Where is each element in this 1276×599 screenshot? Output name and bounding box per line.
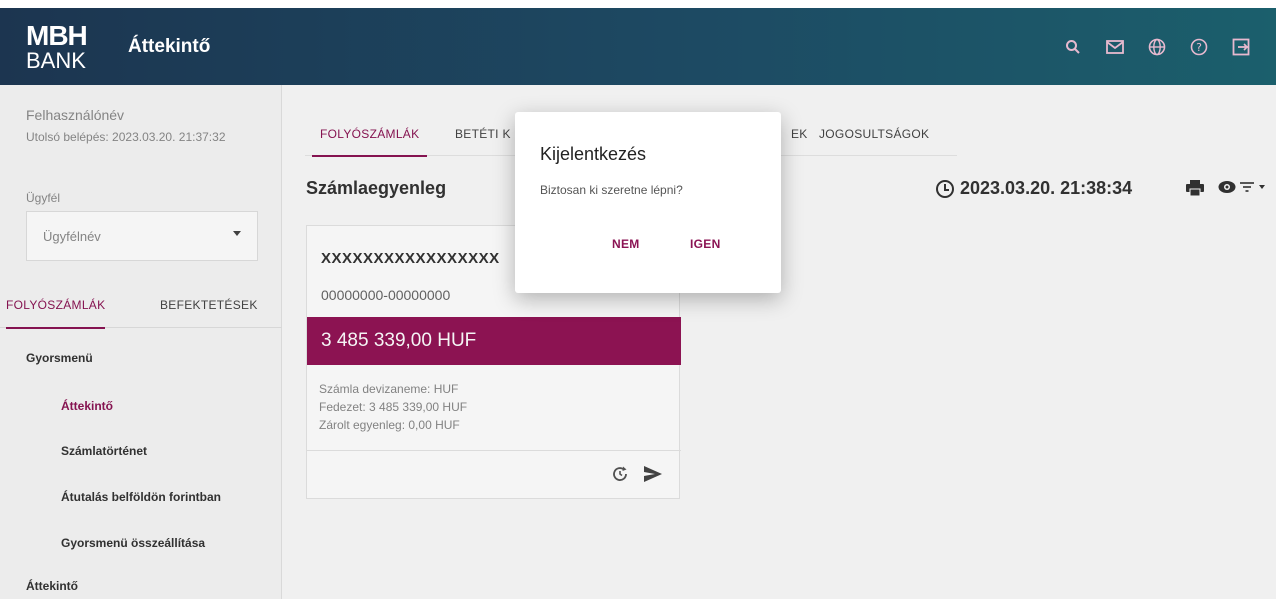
app-header: MBH BANK Áttekintő ? [0,8,1276,85]
search-icon[interactable] [1060,34,1086,60]
logout-dialog: Kijelentkezés Biztosan ki szeretne lépni… [515,112,781,293]
header-actions: ? [1060,8,1254,85]
no-button[interactable]: NEM [612,237,640,251]
logo-top: MBH [26,19,88,51]
dialog-message: Biztosan ki szeretne lépni? [540,183,683,197]
yes-button[interactable]: IGEN [690,237,721,251]
mail-icon[interactable] [1102,34,1128,60]
logo-bottom: BANK [26,47,86,73]
globe-icon[interactable] [1144,34,1170,60]
top-strip [0,0,1276,8]
logout-icon[interactable] [1228,34,1254,60]
page-title: Áttekintő [128,35,211,57]
help-icon[interactable]: ? [1186,34,1212,60]
mbh-bank-logo[interactable]: MBH BANK [26,19,94,75]
dialog-title: Kijelentkezés [540,144,647,164]
svg-text:?: ? [1196,41,1202,54]
